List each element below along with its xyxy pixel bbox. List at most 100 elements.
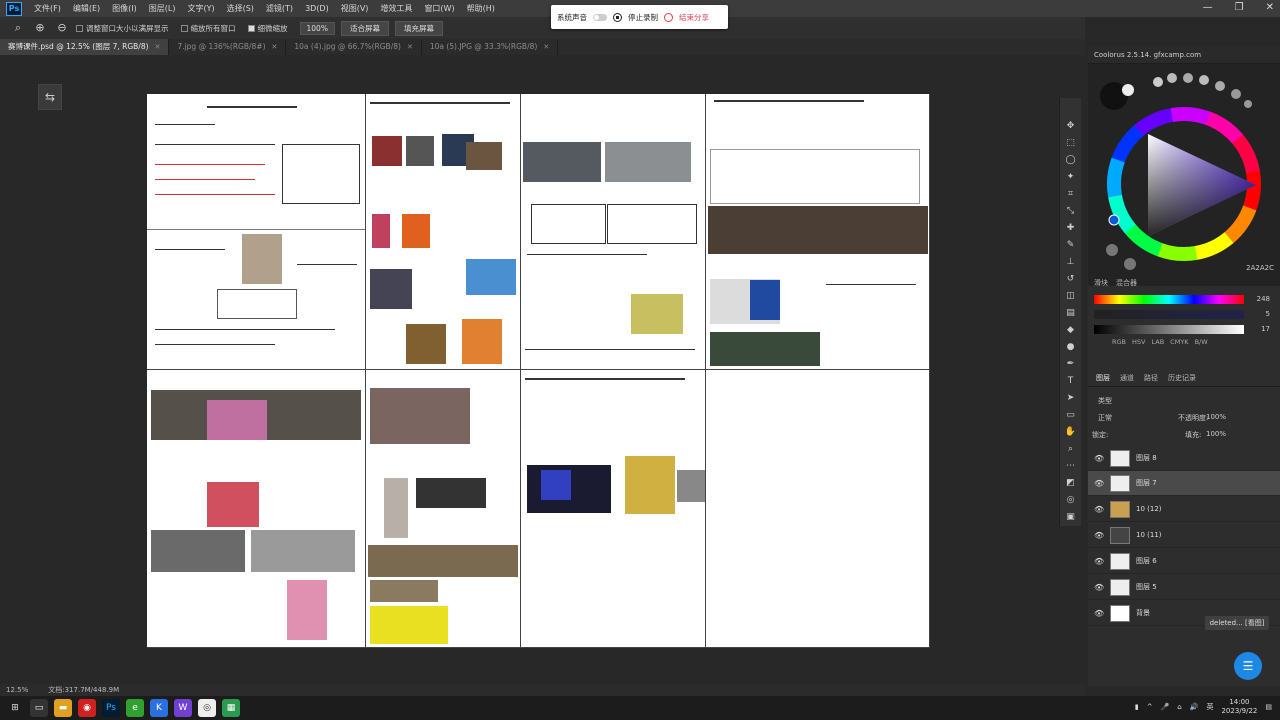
menu-help[interactable]: 帮助(H) <box>461 3 501 14</box>
stop-record-button[interactable]: 停止录制 <box>628 12 658 23</box>
dodge-tool-icon[interactable]: ● <box>1064 341 1078 354</box>
app-icon[interactable]: ▦ <box>222 699 240 717</box>
scrubby-zoom-option[interactable]: 细微缩放 <box>247 23 288 34</box>
play-button-icon[interactable] <box>1124 258 1136 270</box>
resize-windows-checkbox[interactable] <box>76 24 83 32</box>
chevron-up-icon[interactable]: ^ <box>1147 703 1153 711</box>
close-icon[interactable]: ✕ <box>543 39 549 55</box>
tray-app-icon[interactable]: ▮ <box>1135 703 1139 711</box>
layer-row[interactable]: 👁 图层 6 <box>1088 549 1280 574</box>
doc-tab-3[interactable]: 10a (4).jpg @ 66.7%(RGB/8) ✕ <box>286 39 422 55</box>
eye-icon[interactable]: 👁 <box>1094 583 1104 592</box>
menu-file[interactable]: 文件(F) <box>28 3 67 14</box>
healing-brush-icon[interactable]: ✚ <box>1064 222 1078 235</box>
layer-kind-filter[interactable]: 类型 <box>1098 396 1112 406</box>
path-select-icon[interactable]: ➤ <box>1064 392 1078 405</box>
clock[interactable]: 14:00 2023/9/22 <box>1221 698 1257 716</box>
close-icon[interactable]: ✕ <box>272 39 278 55</box>
eye-icon[interactable]: 👁 <box>1094 557 1104 566</box>
notification-icon[interactable]: ▤ <box>1265 703 1272 711</box>
zoom-in-icon[interactable]: ⊕ <box>32 21 48 35</box>
wps-icon[interactable]: W <box>174 699 192 717</box>
brightness-slider[interactable] <box>1094 325 1244 334</box>
photoshop-taskbar-icon[interactable]: Ps <box>102 699 120 717</box>
screen-mode-icon[interactable]: ▣ <box>1064 511 1078 524</box>
saturation-slider[interactable] <box>1094 310 1244 319</box>
system-audio-toggle[interactable] <box>593 13 607 21</box>
stamp-tool-icon[interactable]: ⊥ <box>1064 256 1078 269</box>
previous-color-swatch[interactable] <box>1122 84 1134 96</box>
pen-tool-icon[interactable]: ✒ <box>1064 358 1078 371</box>
ime-indicator[interactable]: 英 <box>1206 702 1213 712</box>
layer-row[interactable]: 👁 10 (12) <box>1088 497 1280 522</box>
menu-window[interactable]: 窗口(W) <box>418 3 460 14</box>
menu-view[interactable]: 视图(V) <box>335 3 375 14</box>
menu-edit[interactable]: 编辑(E) <box>67 3 106 14</box>
netease-music-icon[interactable]: ◉ <box>78 699 96 717</box>
shape-tool-icon[interactable]: ▭ <box>1064 409 1078 422</box>
layer-row[interactable]: 👁 10 (11) <box>1088 523 1280 548</box>
more-tools-icon[interactable]: ⋯ <box>1064 460 1078 473</box>
network-icon[interactable]: ⌂ <box>1177 703 1181 711</box>
hue-value[interactable]: 248 <box>1257 295 1270 303</box>
tab-history[interactable]: 历史记录 <box>1168 373 1196 386</box>
hue-slider[interactable] <box>1094 295 1244 304</box>
tab-channels[interactable]: 通道 <box>1120 373 1134 386</box>
resize-windows-option[interactable]: 调整窗口大小以满屏显示 <box>76 23 169 34</box>
doc-tab-2[interactable]: 7.jpg @ 136%(RGB/8#) ✕ <box>169 39 287 55</box>
zoom-status[interactable]: 12.5% <box>6 686 28 694</box>
tab-paths[interactable]: 路径 <box>1144 373 1158 386</box>
fit-screen-button[interactable]: 适合屏幕 <box>340 20 389 36</box>
move-tool-icon[interactable]: ✥ <box>1064 120 1078 133</box>
model-lab[interactable]: LAB <box>1151 338 1164 346</box>
doc-tab-4[interactable]: 10a (5).JPG @ 33.3%(RGB/8) ✕ <box>422 39 559 55</box>
chat-bubble-icon[interactable]: ☰ <box>1234 652 1262 680</box>
model-rgb[interactable]: RGB <box>1112 338 1126 346</box>
zoom-tool-icon[interactable]: ⌕ <box>1064 443 1078 456</box>
blend-mode-select[interactable]: 正常 <box>1098 413 1112 423</box>
saturation-value[interactable]: 5 <box>1266 310 1270 318</box>
color-wheel[interactable] <box>1088 64 1280 286</box>
menu-image[interactable]: 图像(I) <box>106 3 143 14</box>
menu-type[interactable]: 文字(Y) <box>181 3 220 14</box>
color-swatches-icon[interactable]: ◩ <box>1064 477 1078 490</box>
eyedropper-icon[interactable]: ⤡ <box>1064 205 1078 218</box>
eye-icon[interactable]: 👁 <box>1094 531 1104 540</box>
layer-row[interactable]: 👁 图层 8 <box>1088 446 1280 471</box>
zoom-out-icon[interactable]: ⊖ <box>54 21 70 35</box>
doc-tab-1[interactable]: 赛博课件.psd @ 12.5% (图层 7, RGB/8) ✕ <box>0 39 170 55</box>
brightness-value[interactable]: 17 <box>1261 325 1270 333</box>
close-icon[interactable]: ✕ <box>155 39 161 55</box>
mode-button-icon[interactable] <box>1106 244 1118 256</box>
type-tool-icon[interactable]: T <box>1064 375 1078 388</box>
zoom-all-option[interactable]: 缩放所有窗口 <box>180 23 236 34</box>
maximize-icon[interactable]: ❐ <box>1235 2 1244 13</box>
history-brush-icon[interactable]: ↺ <box>1064 273 1078 286</box>
eraser-tool-icon[interactable]: ◫ <box>1064 290 1078 303</box>
model-hsv[interactable]: HSV <box>1132 338 1145 346</box>
eye-icon[interactable]: 👁 <box>1094 454 1104 463</box>
start-menu-icon[interactable]: ⊞ <box>6 699 24 717</box>
zoom-value-field[interactable]: 100% <box>299 21 335 35</box>
toolbar-toggle-icon[interactable]: ⇆ <box>38 84 62 110</box>
task-view-icon[interactable]: ▭ <box>30 699 48 717</box>
magic-wand-icon[interactable]: ✦ <box>1064 171 1078 184</box>
tab-mixer[interactable]: 混合器 <box>1116 278 1137 292</box>
file-explorer-icon[interactable]: ▬ <box>54 699 72 717</box>
end-share-icon[interactable] <box>664 12 673 22</box>
fill-value[interactable]: 100% <box>1206 430 1226 438</box>
blur-tool-icon[interactable]: ◆ <box>1064 324 1078 337</box>
kugou-icon[interactable]: K <box>150 699 168 717</box>
end-share-button[interactable]: 结束分享 <box>679 12 709 23</box>
hex-value[interactable]: 2A2A2C <box>1246 264 1274 272</box>
menu-filter[interactable]: 滤镜(T) <box>260 3 299 14</box>
marquee-tool-icon[interactable]: ⬚ <box>1064 137 1078 150</box>
zoom-tool-icon[interactable]: ⌕ <box>10 21 26 35</box>
gradient-tool-icon[interactable]: ▤ <box>1064 307 1078 320</box>
color-wheel-area[interactable] <box>1088 64 1280 286</box>
tab-layers[interactable]: 图层 <box>1096 373 1110 386</box>
floating-badge[interactable]: deleted... [看图] <box>1205 616 1269 630</box>
color-picker-handle[interactable] <box>1108 214 1120 226</box>
model-cmyk[interactable]: CMYK <box>1170 338 1188 346</box>
chrome-icon[interactable]: ◎ <box>198 699 216 717</box>
